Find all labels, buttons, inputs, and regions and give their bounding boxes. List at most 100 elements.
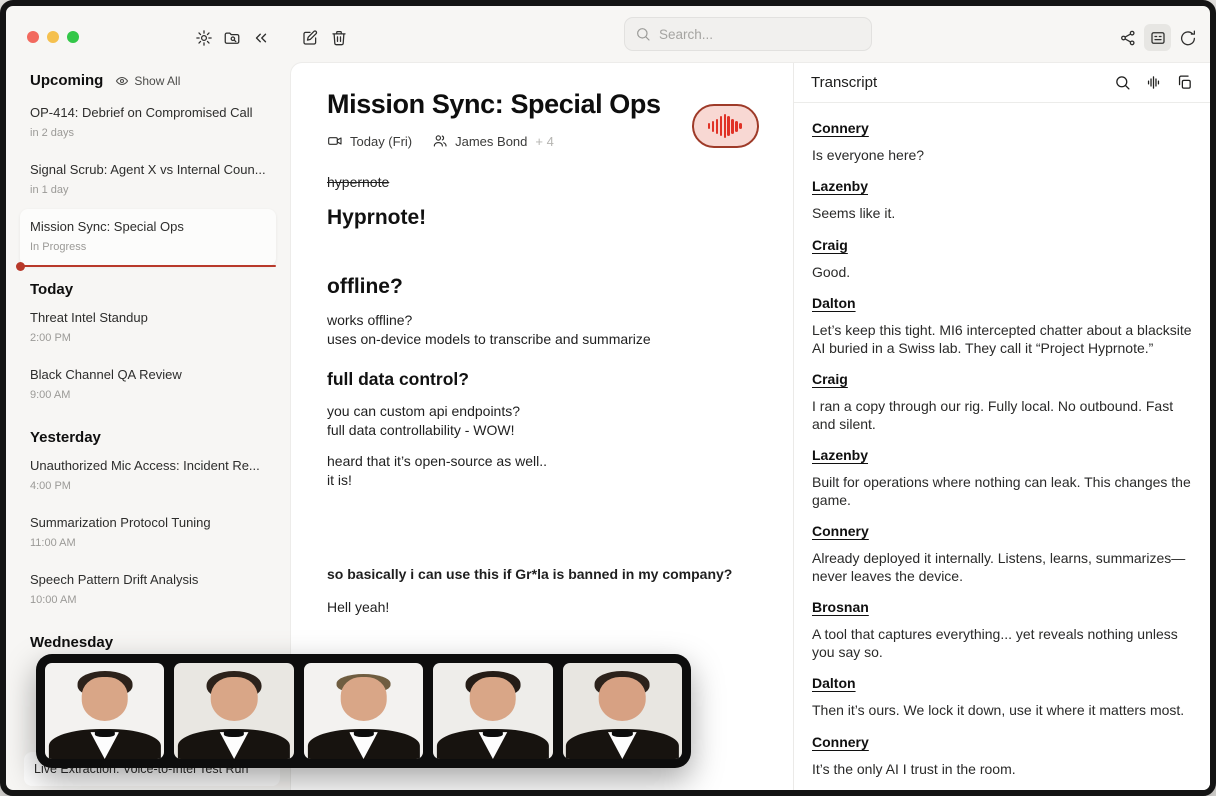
refresh-button[interactable]	[1174, 24, 1201, 51]
sidebar-row-subtitle: In Progress	[30, 241, 266, 253]
settings-button[interactable]	[190, 24, 217, 51]
transcript-text: Built for operations where nothing can l…	[812, 474, 1192, 509]
transcript-entry: Lazenby Built for operations where nothi…	[812, 433, 1192, 509]
brosnan-portrait	[433, 663, 552, 759]
portrait-bowtie	[612, 730, 632, 737]
transcript-speaker[interactable]: Dalton	[812, 295, 856, 311]
transcript-entry: Craig	[812, 778, 1192, 790]
minimize-window-button[interactable]	[47, 31, 59, 43]
sidebar-row-title: Mission Sync: Special Ops	[30, 219, 266, 234]
attendee-more-count[interactable]: + 4	[535, 134, 553, 149]
upcoming-section-label: Upcoming	[30, 72, 103, 89]
portrait-bowtie	[224, 730, 244, 737]
transcript-speaker[interactable]: Craig	[812, 371, 848, 387]
note-block: Hell yeah!	[327, 598, 763, 617]
meeting-date[interactable]: Today (Fri)	[327, 133, 412, 149]
sidebar-row-title: Black Channel QA Review	[30, 367, 266, 382]
sidebar-row: Wednesday	[30, 634, 280, 651]
transcript-text: Seems like it.	[812, 205, 1192, 223]
sidebar-row-title: Today	[30, 281, 280, 298]
window-controls	[27, 31, 79, 43]
copy-icon	[1176, 74, 1193, 91]
edit-icon	[301, 29, 319, 47]
transcript-entry: Connery Is everyone here?	[812, 106, 1192, 165]
refresh-icon	[1179, 29, 1197, 47]
transcript-audio-button[interactable]	[1145, 74, 1162, 91]
share-button[interactable]	[1114, 24, 1141, 51]
transcript-speaker[interactable]: Connery	[812, 734, 869, 750]
connery-portrait	[45, 663, 164, 759]
sidebar-row-subtitle: 9:00 AM	[30, 389, 266, 401]
transcript-speaker[interactable]: Dalton	[812, 675, 856, 691]
note-block	[327, 533, 763, 552]
note-block: so basically i can use this if Gr*la is …	[327, 566, 763, 582]
attendees[interactable]: James Bond	[432, 133, 527, 149]
search-bar	[624, 17, 872, 51]
transcript-text: Let’s keep this tight. MI6 intercepted c…	[812, 322, 1192, 357]
sidebar-row[interactable]: Mission Sync: Special Ops In Progress	[20, 209, 276, 266]
transcript-speaker[interactable]: Lazenby	[812, 178, 868, 194]
sidebar-row-title: Signal Scrub: Agent X vs Internal Coun..…	[30, 162, 266, 177]
widget-panel-button[interactable]	[1144, 24, 1171, 51]
transcript-text: A tool that captures everything... yet r…	[812, 626, 1192, 661]
sidebar-row-subtitle: in 2 days	[30, 127, 266, 139]
attendee-name: James Bond	[455, 134, 527, 149]
sidebar-row[interactable]: Signal Scrub: Agent X vs Internal Coun..…	[20, 152, 276, 209]
transcript-entry: Dalton Then it’s ours. We lock it down, …	[812, 661, 1192, 720]
note-block	[327, 502, 763, 521]
transcript-copy-button[interactable]	[1176, 74, 1193, 91]
show-all-label: Show All	[134, 74, 180, 88]
lazenby-portrait	[174, 663, 293, 759]
sidebar-row: Today	[30, 281, 280, 298]
craig-portrait	[304, 663, 423, 759]
zoom-window-button[interactable]	[67, 31, 79, 43]
folder-search-icon	[223, 29, 241, 47]
sidebar-row-subtitle: 10:00 AM	[30, 594, 266, 606]
meeting-date-label: Today (Fri)	[350, 134, 412, 149]
transcript-entry: Connery Already deployed it internally. …	[812, 509, 1192, 585]
portrait-face	[81, 677, 128, 720]
transcript-speaker[interactable]: Brosnan	[812, 599, 869, 615]
portrait-face	[599, 677, 646, 720]
transcript-entry: Craig I ran a copy through our rig. Full…	[812, 357, 1192, 433]
note-block	[327, 242, 763, 261]
close-window-button[interactable]	[27, 31, 39, 43]
collapse-sidebar-button[interactable]	[247, 24, 274, 51]
dalton-portrait	[563, 663, 682, 759]
transcript-search-button[interactable]	[1114, 74, 1131, 91]
note-body-editor[interactable]: hypernote Hyprnote! offline? works offli…	[327, 174, 763, 617]
sidebar-row[interactable]: Unauthorized Mic Access: Incident Re... …	[20, 448, 276, 505]
recording-button[interactable]	[692, 104, 759, 148]
sidebar-row[interactable]: Black Channel QA Review 9:00 AM	[20, 357, 276, 414]
transcript-speaker[interactable]: Craig	[812, 237, 848, 253]
sidebar-row[interactable]: Speech Pattern Drift Analysis 10:00 AM	[20, 562, 276, 619]
note-block: hypernote	[327, 174, 763, 190]
note-block: heard that it’s open-source as well.. it…	[327, 452, 763, 490]
note-block: you can custom api endpoints? full data …	[327, 402, 763, 440]
sidebar-row[interactable]: Threat Intel Standup 2:00 PM	[20, 300, 276, 357]
note-block: Hyprnote!	[327, 206, 763, 230]
sidebar-row-title: Threat Intel Standup	[30, 310, 266, 325]
sidebar-row-title: Unauthorized Mic Access: Incident Re...	[30, 458, 266, 473]
show-all-button[interactable]: Show All	[115, 74, 180, 88]
search-input[interactable]	[659, 27, 861, 42]
sidebar-row-subtitle: 4:00 PM	[30, 480, 266, 492]
chevrons-left-icon	[252, 29, 270, 47]
new-note-button[interactable]	[296, 24, 323, 51]
sidebar-row[interactable]: Summarization Protocol Tuning 11:00 AM	[20, 505, 276, 562]
transcript-speaker[interactable]: Connery	[812, 120, 869, 136]
sidebar-row-subtitle: in 1 day	[30, 184, 266, 196]
portrait-bowtie	[483, 730, 503, 737]
transcript-speaker[interactable]: Connery	[812, 523, 869, 539]
folder-search-button[interactable]	[218, 24, 245, 51]
transcript-speaker[interactable]: Lazenby	[812, 447, 868, 463]
delete-note-button[interactable]	[325, 24, 352, 51]
sidebar-row-title: Yesterday	[30, 429, 280, 446]
transcript-entry: Connery It’s the only AI I trust in the …	[812, 720, 1192, 779]
portrait-face	[470, 677, 517, 720]
transcript-header: Transcript	[794, 63, 1210, 103]
sidebar-row[interactable]: OP-414: Debrief on Compromised Call in 2…	[20, 95, 276, 152]
portrait-face	[211, 677, 258, 720]
sidebar-note-list: OP-414: Debrief on Compromised Call in 2…	[6, 95, 290, 651]
sidebar-row-subtitle: 11:00 AM	[30, 537, 266, 549]
